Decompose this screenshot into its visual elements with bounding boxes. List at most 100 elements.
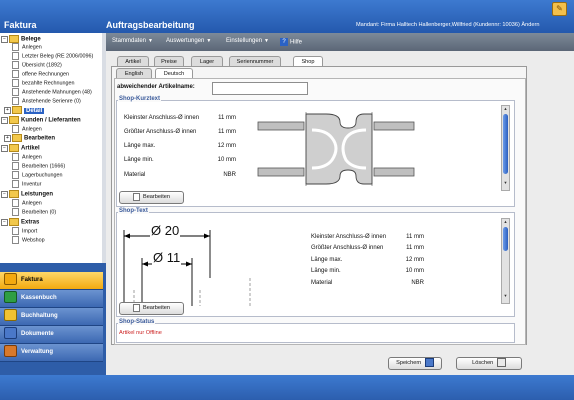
dimension-label-outer: Ø 20 (150, 223, 181, 238)
delete-button[interactable]: Löschen (456, 357, 522, 370)
admin-icon (4, 345, 17, 358)
save-button[interactable]: Speichern (388, 357, 442, 370)
tree-item[interactable]: Übersicht (1892) (12, 61, 62, 69)
menu-label: Stammdaten (112, 38, 147, 44)
tree-item[interactable]: Anlegen (12, 43, 42, 51)
shoptext-value: 10 mm (405, 268, 424, 274)
shop-status-section (116, 323, 515, 343)
scroll-up-icon[interactable]: ▲ (502, 106, 509, 111)
document-icon (132, 303, 140, 312)
tree-group-label: Kunden / Lieferanten (21, 117, 81, 124)
status-bar (0, 375, 574, 400)
chevron-down-icon: ▼ (148, 38, 153, 44)
kurztext-key: Material (124, 172, 146, 178)
tree-item[interactable]: Anstehende Mahnungen (48) (12, 88, 92, 96)
nav-dokumente[interactable]: Dokumente (0, 326, 103, 344)
tree-group-kunden[interactable]: − Kunden / Lieferanten (1, 116, 81, 124)
tree-item-label: Lagerbuchungen (22, 172, 63, 179)
menu-bar: Stammdaten ▼ Auswertungen ▼ Einstellungen ▼… (106, 33, 574, 51)
tree-group-artikel[interactable]: − Artikel (1, 144, 40, 152)
navigation-tree: − Belege Anlegen Letzter Beleg (RE 2006/0… (0, 33, 102, 263)
document-icon (12, 70, 19, 78)
document-icon (12, 171, 19, 179)
tree-item-label: Anstehende Mahnungen (48) (22, 89, 92, 96)
floppy-disk-icon (424, 358, 434, 368)
menu-label: Einstellungen (226, 38, 263, 44)
nav-kassenbuch[interactable]: Kassenbuch (0, 290, 103, 308)
tree-item-label: Anstehende Serienre (0) (22, 98, 81, 105)
menu-stammdaten[interactable]: Stammdaten ▼ (112, 38, 153, 44)
menu-einstellungen[interactable]: Einstellungen ▼ (226, 38, 269, 44)
accounting-icon (4, 309, 17, 322)
scroll-down-icon[interactable]: ▼ (502, 180, 509, 185)
scroll-down-icon[interactable]: ▼ (502, 293, 509, 298)
faktura-icon (4, 273, 17, 286)
shoptext-key: Größter Anschluss-Ø innen (311, 245, 384, 251)
tree-item-label: Übersicht (1892) (22, 62, 62, 69)
nav-label: Verwaltung (21, 349, 54, 355)
tree-item[interactable]: Letzter Beleg (RE 2006/0096) (12, 52, 93, 60)
kurztext-scrollbar[interactable]: ▲ ▼ (501, 105, 510, 191)
tree-group-belege[interactable]: − Belege (1, 35, 41, 43)
tree-group-extras[interactable]: − Extras (1, 218, 39, 226)
client-info[interactable]: Mandant: Firma Halltech Hallenberger,Wil… (356, 22, 539, 28)
tree-group-label: Extras (21, 219, 40, 226)
tree-item-detail[interactable]: + Detail (4, 106, 45, 114)
tree-item-label: Bearbeiten (0) (22, 209, 57, 216)
tree-item[interactable]: Bearbeiten (0) (12, 208, 56, 216)
folder-icon (12, 134, 22, 142)
tree-item[interactable]: Lagerbuchungen (12, 171, 62, 179)
tree-item-label: Detail (24, 107, 45, 114)
shoptext-edit-button[interactable]: Bearbeiten (119, 302, 184, 315)
document-icon (12, 227, 19, 235)
shop-status-title: Shop-Status (118, 319, 156, 325)
tree-item-label: bezahlte Rechnungen (22, 80, 75, 87)
tree-item[interactable]: offene Rechnungen (12, 70, 69, 78)
kurztext-key: Länge min. (124, 157, 154, 163)
document-icon (12, 79, 19, 87)
kurztext-edit-button[interactable]: Bearbeiten (119, 191, 184, 204)
tree-item[interactable]: Anlegen (12, 199, 42, 207)
tree-item[interactable]: Anstehende Serienre (0) (12, 97, 81, 105)
alt-name-input[interactable] (212, 82, 308, 95)
tree-item[interactable]: Inventur (12, 180, 41, 188)
menu-auswertungen[interactable]: Auswertungen ▼ (166, 38, 211, 44)
document-icon (132, 192, 140, 201)
tree-group-label: Leistungen (21, 191, 54, 198)
shop-text-title: Shop-Text (118, 208, 149, 214)
tree-item-label: Anlegen (22, 154, 42, 161)
chevron-down-icon: ▼ (206, 38, 212, 44)
shoptext-scrollbar[interactable]: ▲ ▼ (501, 218, 510, 304)
edit-icon[interactable]: ✎ (552, 2, 567, 16)
tree-item[interactable]: Import (12, 227, 37, 235)
tree-item[interactable]: bezahlte Rechnungen (12, 79, 74, 87)
nav-faktura[interactable]: Faktura (0, 272, 103, 290)
nav-verwaltung[interactable]: Verwaltung (0, 344, 103, 362)
tree-item[interactable]: Bearbeiten (1666) (12, 162, 65, 170)
tree-group-leistungen[interactable]: − Leistungen (1, 190, 53, 198)
document-icon (12, 125, 19, 133)
nav-label: Buchhaltung (21, 313, 58, 319)
menu-label: Auswertungen (166, 38, 205, 44)
shoptext-value: 11 mm (406, 245, 424, 251)
folder-icon (9, 190, 19, 198)
menu-hilfe[interactable]: ? Hilfe (280, 38, 302, 46)
nav-label: Dokumente (21, 331, 54, 337)
title-bar (0, 0, 574, 33)
document-icon (12, 97, 19, 105)
scroll-up-icon[interactable]: ▲ (502, 219, 509, 224)
document-icon (12, 162, 19, 170)
button-label: Bearbeiten (142, 194, 171, 200)
bellows-image (257, 112, 415, 186)
nav-label: Kassenbuch (21, 295, 57, 301)
scroll-thumb[interactable] (503, 114, 508, 174)
tree-item[interactable]: Webshop (12, 236, 45, 244)
tree-item[interactable]: Anlegen (12, 153, 42, 161)
nav-buchhaltung[interactable]: Buchhaltung (0, 308, 103, 326)
cashbook-icon (4, 291, 17, 304)
kurztext-value: 11 mm (218, 129, 236, 135)
document-icon (12, 153, 19, 161)
tree-item-bearbeiten[interactable]: + Bearbeiten (4, 134, 55, 142)
tree-item[interactable]: Anlegen (12, 125, 42, 133)
scroll-thumb[interactable] (503, 227, 508, 251)
